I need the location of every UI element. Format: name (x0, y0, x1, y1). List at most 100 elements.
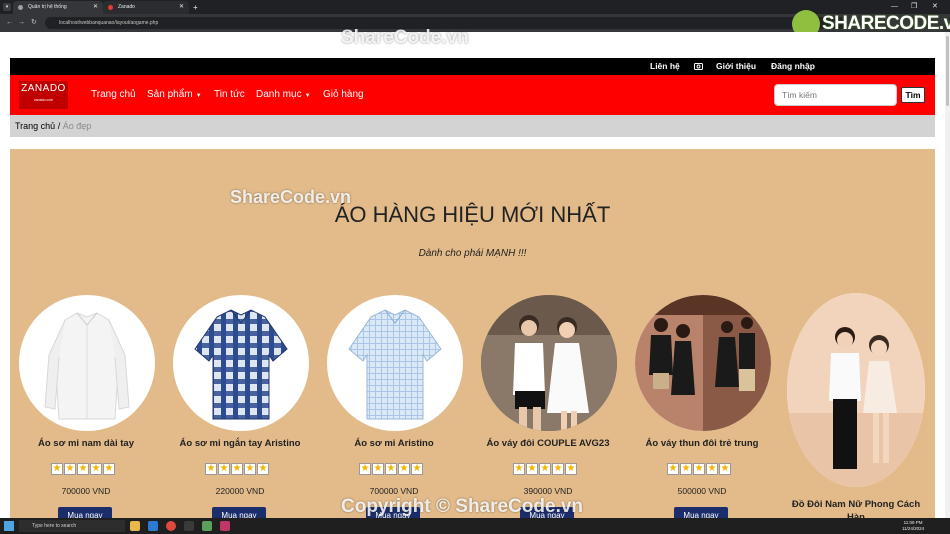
product-section: ÁO HÀNG HIỆU MỚI NHẤT Dành cho phái MẠNH… (10, 149, 935, 518)
login-link[interactable]: Đăng nhập (771, 58, 815, 74)
section-title: ÁO HÀNG HIỆU MỚI NHẤT (334, 202, 611, 227)
reload-icon[interactable]: ↻ (31, 17, 37, 29)
nav-item-cart[interactable]: Giỏ hàng (323, 75, 364, 115)
taskbar-clock[interactable]: 11:09 PM 11/24/2024 (902, 520, 924, 532)
terminal-icon[interactable] (184, 521, 194, 531)
browser-tab-admin[interactable]: Quản trị hệ thống ✕ (13, 1, 103, 14)
product-price: 700000 VND (61, 486, 111, 496)
product-image-light-blue-shirt[interactable] (327, 295, 463, 431)
product-card: Đồ Đôi Nam Nữ Phong Cách Hàn (786, 293, 926, 518)
product-price: 500000 VND (677, 486, 727, 496)
file-explorer-icon[interactable] (130, 521, 140, 531)
product-image-couple-korean[interactable] (787, 293, 925, 487)
about-link[interactable]: Giới thiệu (716, 58, 756, 74)
windows-taskbar: Type here to search 11:09 PM 11/24/2024 (0, 518, 950, 534)
star-icon: ★ (398, 463, 410, 475)
breadcrumb: Trang chủ / Áo đẹp (10, 115, 935, 137)
new-tab-button[interactable]: + (193, 1, 198, 14)
product-card: Áo sơ mi nam dài tay ★ ★ ★ ★ ★ 700000 VND Mu… (16, 295, 156, 518)
app-icon[interactable] (202, 521, 212, 531)
page-scrollbar[interactable] (945, 32, 950, 518)
product-price: 220000 VND (215, 486, 265, 496)
rating-stars: ★ ★ ★ ★ ★ (359, 463, 429, 475)
product-card: Áo sơ mi ngắn tay Aristino ★ ★ ★ ★ ★ 220000 … (170, 295, 310, 518)
star-icon: ★ (103, 463, 115, 475)
chrome-icon[interactable] (166, 521, 176, 531)
star-icon: ★ (372, 463, 384, 475)
windows-start-icon[interactable] (4, 521, 14, 531)
search-button[interactable]: Tìm (901, 87, 925, 103)
nav-item-label: Sản phẩm (147, 89, 193, 100)
breadcrumb-current: Áo đẹp (62, 121, 92, 131)
taskbar-search-input[interactable]: Type here to search (19, 520, 125, 532)
breadcrumb-home[interactable]: Trang chủ (15, 121, 55, 131)
star-icon: ★ (526, 463, 538, 475)
buy-now-button[interactable]: Mua ngay (212, 507, 266, 518)
star-icon: ★ (218, 463, 230, 475)
tab-title: Zanado (118, 4, 135, 10)
search-input[interactable]: Tìm kiếm (774, 84, 897, 106)
tab-title: Quản trị hệ thống (28, 4, 67, 10)
heart-icon (108, 5, 113, 10)
tab-search-button[interactable]: ▾ (3, 3, 11, 11)
web-page: Liên hệ Giới thiệu Đăng nhập ZANADO zana… (0, 32, 945, 518)
product-name[interactable]: Áo sơ mi Aristino (324, 437, 464, 450)
rating-stars: ★ ★ ★ ★ ★ (513, 463, 583, 475)
browser-tab-zanado[interactable]: Zanado ✕ (103, 1, 189, 14)
product-name[interactable]: Áo váy đôi COUPLE AVG23 (478, 437, 618, 450)
logo-subtitle: zanado.com (33, 98, 54, 102)
buy-now-button[interactable]: Mua ngay (58, 507, 112, 518)
close-icon[interactable]: ✕ (179, 1, 184, 14)
buy-now-button[interactable]: Mua ngay (674, 507, 728, 518)
app-icon[interactable] (220, 521, 230, 531)
watermark-top: ShareCode.vn (341, 27, 469, 48)
star-icon: ★ (257, 463, 269, 475)
rating-stars: ★ ★ ★ ★ ★ (205, 463, 275, 475)
nav-item-products[interactable]: Sản phẩm ▼ (147, 75, 202, 116)
rating-stars: ★ ★ ★ ★ ★ (51, 463, 121, 475)
star-icon: ★ (205, 463, 217, 475)
star-icon: ★ (552, 463, 564, 475)
back-icon[interactable]: ← (6, 17, 13, 29)
product-image-couple-black[interactable] (635, 295, 771, 431)
star-icon: ★ (667, 463, 679, 475)
product-price: 390000 VND (523, 486, 573, 496)
close-icon[interactable]: ✕ (93, 1, 98, 14)
forward-icon[interactable]: → (18, 17, 25, 29)
star-icon: ★ (719, 463, 731, 475)
contact-link[interactable]: Liên hệ (650, 58, 680, 74)
watermark-middle: ShareCode.vn (230, 187, 352, 207)
nav-item-news[interactable]: Tin tức (214, 75, 245, 115)
star-icon: ★ (77, 463, 89, 475)
logo-title: ZANADO (21, 83, 66, 94)
scrollbar-thumb[interactable] (946, 36, 949, 106)
product-card: Áo váy đôi COUPLE AVG23 ★ ★ ★ ★ ★ 390000 VND… (478, 295, 618, 518)
star-icon: ★ (385, 463, 397, 475)
breadcrumb-separator: / (55, 121, 63, 131)
star-icon: ★ (90, 463, 102, 475)
product-image-couple-white[interactable] (481, 295, 617, 431)
star-icon: ★ (693, 463, 705, 475)
product-image-white-shirt[interactable] (19, 295, 155, 431)
star-icon: ★ (411, 463, 423, 475)
product-card: Áo sơ mi Aristino ★ ★ ★ ★ ★ 700000 VND Mua n… (324, 295, 464, 518)
product-price: 700000 VND (369, 486, 419, 496)
star-icon: ★ (565, 463, 577, 475)
product-image-plaid-shirt[interactable] (173, 295, 309, 431)
url-text: localhost/webbanquanao/layout/aogame.php (59, 20, 159, 26)
zanado-logo[interactable]: ZANADO zanado.com (19, 81, 68, 109)
vscode-icon[interactable] (148, 521, 158, 531)
star-icon: ★ (244, 463, 256, 475)
nav-item-home[interactable]: Trang chủ (91, 75, 136, 115)
star-icon: ★ (231, 463, 243, 475)
product-name[interactable]: Đồ Đôi Nam Nữ Phong Cách Hàn (786, 498, 926, 518)
main-navbar: ZANADO zanado.com Trang chủ Sản phẩm ▼ Ti… (10, 75, 935, 115)
product-name[interactable]: Áo sơ mi ngắn tay Aristino (170, 437, 310, 450)
camera-icon[interactable] (694, 58, 703, 75)
caret-down-icon: ▼ (304, 93, 311, 99)
nav-item-categories[interactable]: Danh mục ▼ (256, 75, 311, 116)
star-icon: ★ (359, 463, 371, 475)
product-name[interactable]: Áo váy thun đôi trẻ trung (632, 437, 772, 450)
top-bar: Liên hệ Giới thiệu Đăng nhập (10, 58, 935, 75)
product-name[interactable]: Áo sơ mi nam dài tay (16, 437, 156, 450)
